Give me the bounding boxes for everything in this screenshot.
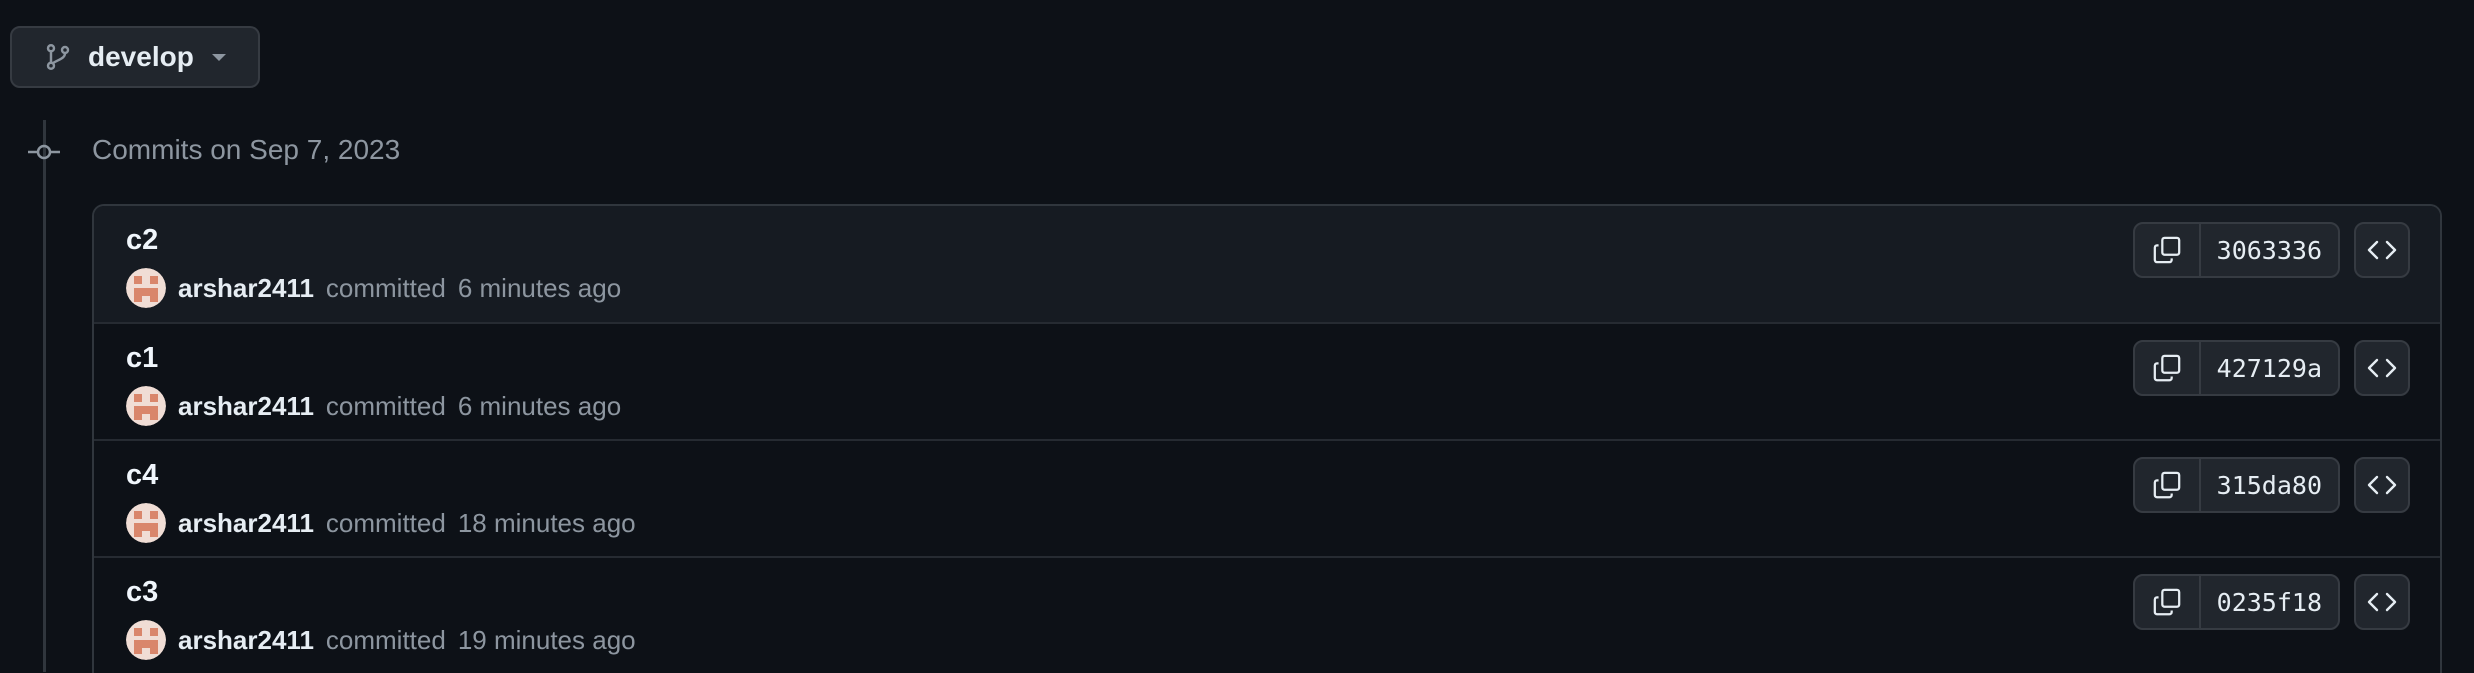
commit-sha-link[interactable]: 3063336 [2201, 224, 2338, 276]
commit-node-icon [28, 140, 60, 169]
browse-repo-button[interactable] [2354, 574, 2410, 630]
copy-sha-button[interactable] [2135, 459, 2201, 511]
commit-sha-link[interactable]: 427129a [2201, 342, 2338, 394]
timeline-line [43, 120, 46, 672]
copy-icon [2153, 588, 2180, 616]
code-icon [2367, 358, 2397, 378]
git-branch-icon [44, 41, 72, 73]
commit-row: c2 arshar2411 committed 6 minutes ago 30… [94, 206, 2440, 322]
copy-sha-button[interactable] [2135, 224, 2201, 276]
commit-author-link[interactable]: arshar2411 [178, 508, 314, 539]
copy-sha-button[interactable] [2135, 576, 2201, 628]
copy-icon [2153, 471, 2180, 499]
avatar[interactable] [126, 268, 166, 308]
avatar[interactable] [126, 620, 166, 660]
code-icon [2367, 592, 2397, 612]
commits-date-heading: Commits on Sep 7, 2023 [92, 134, 401, 165]
commit-action: committed [325, 390, 446, 421]
commit-row: c4 arshar2411 committed 18 minutes ago 3… [94, 439, 2440, 556]
code-icon [2367, 475, 2397, 495]
commit-sha-link[interactable]: 0235f18 [2201, 576, 2338, 628]
avatar[interactable] [126, 503, 166, 543]
commit-author-link[interactable]: arshar2411 [178, 273, 314, 304]
copy-icon [2153, 354, 2180, 382]
commit-row: c1 arshar2411 committed 6 minutes ago 42… [94, 322, 2440, 439]
branch-selector-button[interactable]: develop [10, 26, 260, 88]
copy-icon [2153, 236, 2180, 264]
browse-repo-button[interactable] [2354, 340, 2410, 396]
commit-sha-link[interactable]: 315da80 [2201, 459, 2338, 511]
commit-time[interactable]: 6 minutes ago [458, 391, 621, 422]
commit-action: committed [325, 624, 446, 655]
commit-time[interactable]: 19 minutes ago [458, 625, 636, 656]
commit-list: c2 arshar2411 committed 6 minutes ago 30… [92, 204, 2442, 673]
browse-repo-button[interactable] [2354, 457, 2410, 513]
commit-title-link[interactable]: c1 [126, 342, 158, 375]
commit-action: committed [325, 507, 446, 538]
code-icon [2367, 240, 2397, 260]
avatar[interactable] [126, 386, 166, 426]
commit-time[interactable]: 18 minutes ago [458, 508, 636, 539]
branch-name: develop [88, 41, 194, 72]
commit-title-link[interactable]: c2 [126, 224, 158, 257]
browse-repo-button[interactable] [2354, 222, 2410, 278]
commit-time[interactable]: 6 minutes ago [458, 273, 621, 304]
commit-action: committed [325, 272, 446, 303]
commit-title-link[interactable]: c4 [126, 459, 158, 492]
commit-author-link[interactable]: arshar2411 [178, 391, 314, 422]
caret-down-icon [210, 51, 228, 63]
commit-title-link[interactable]: c3 [126, 576, 158, 609]
commit-row: c3 arshar2411 committed 19 minutes ago 0… [94, 556, 2440, 673]
commit-author-link[interactable]: arshar2411 [178, 625, 314, 656]
copy-sha-button[interactable] [2135, 342, 2201, 394]
